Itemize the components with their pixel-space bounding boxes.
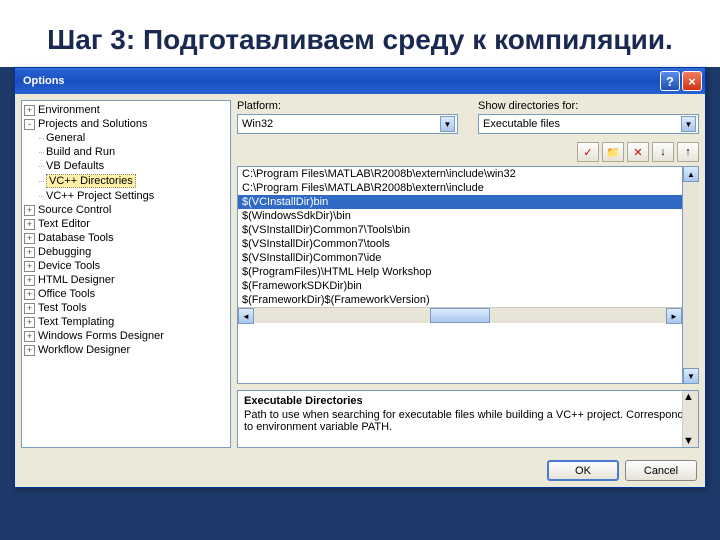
expand-icon[interactable]: + (24, 345, 35, 356)
help-button[interactable]: ? (660, 71, 680, 91)
platform-combo[interactable]: Win32 ▼ (237, 114, 458, 134)
scroll-right-icon[interactable]: ► (666, 308, 682, 324)
tree-item-label: Debugging (38, 246, 91, 258)
description-title: Executable Directories (244, 395, 692, 407)
scroll-down-icon[interactable]: ▼ (683, 368, 699, 384)
ok-button[interactable]: OK (547, 460, 619, 481)
list-item[interactable]: C:\Program Files\MATLAB\R2008b\extern\in… (238, 167, 682, 181)
tree-item[interactable]: ···VC++ Project Settings (24, 189, 228, 203)
expand-icon[interactable]: + (24, 289, 35, 300)
expand-icon[interactable]: + (24, 317, 35, 328)
tree-item[interactable]: +Environment (24, 103, 228, 117)
scroll-left-icon[interactable]: ◄ (238, 308, 254, 324)
platform-value: Win32 (242, 118, 273, 130)
showdirs-label: Show directories for: (478, 100, 699, 112)
tree-item[interactable]: +HTML Designer (24, 273, 228, 287)
tree-item[interactable]: +Office Tools (24, 287, 228, 301)
chevron-down-icon: ▼ (440, 116, 455, 132)
expand-icon[interactable]: + (24, 261, 35, 272)
platform-label: Platform: (237, 100, 458, 112)
tree-item[interactable]: +Windows Forms Designer (24, 329, 228, 343)
showdirs-value: Executable files (483, 118, 560, 130)
expand-icon[interactable]: + (24, 233, 35, 244)
list-item[interactable]: $(WindowsSdkDir)\bin (238, 209, 682, 223)
move-up-button[interactable]: ↑ (677, 142, 699, 162)
tree-item[interactable]: +Text Templating (24, 315, 228, 329)
expand-icon[interactable]: + (24, 105, 35, 116)
tree-item-label: Projects and Solutions (38, 118, 147, 130)
list-item[interactable]: $(VSInstallDir)Common7\tools (238, 237, 682, 251)
tree-item-label: Source Control (38, 204, 111, 216)
expand-icon[interactable]: + (24, 303, 35, 314)
tree-item-label: Device Tools (38, 260, 100, 272)
collapse-icon[interactable]: - (24, 119, 35, 130)
titlebar: Options ? × (15, 68, 705, 94)
expand-icon[interactable]: + (24, 275, 35, 286)
tree-item-label: Text Templating (38, 316, 114, 328)
horizontal-scrollbar[interactable]: ◄ ► (238, 307, 682, 323)
list-item[interactable]: $(FrameworkDir)$(FrameworkVersion) (238, 293, 682, 307)
scroll-down-icon[interactable]: ▼ (683, 435, 698, 447)
directories-listbox[interactable]: C:\Program Files\MATLAB\R2008b\extern\in… (237, 166, 683, 384)
check-button[interactable]: ✓ (577, 142, 599, 162)
desc-scrollbar[interactable]: ▲ ▼ (682, 391, 698, 447)
description-box: Executable Directories Path to use when … (237, 390, 699, 448)
tree-item-label: HTML Designer (38, 274, 115, 286)
tree-item[interactable]: ···Build and Run (24, 145, 228, 159)
tree-item[interactable]: +Device Tools (24, 259, 228, 273)
tree-item-label: Windows Forms Designer (38, 330, 164, 342)
showdirs-combo[interactable]: Executable files ▼ (478, 114, 699, 134)
vertical-scrollbar[interactable]: ▲ ▼ (683, 166, 699, 384)
tree-item-label: General (46, 132, 85, 144)
scroll-up-icon[interactable]: ▲ (683, 166, 699, 182)
description-text: Path to use when searching for executabl… (244, 409, 692, 433)
tree-item[interactable]: +Text Editor (24, 217, 228, 231)
list-item[interactable]: C:\Program Files\MATLAB\R2008b\extern\in… (238, 181, 682, 195)
move-down-button[interactable]: ↓ (652, 142, 674, 162)
list-item[interactable]: $(VSInstallDir)Common7\Tools\bin (238, 223, 682, 237)
tree-item-label: VC++ Project Settings (46, 190, 154, 202)
tree-item[interactable]: ···General (24, 131, 228, 145)
dialog-title: Options (23, 75, 65, 87)
tree-item[interactable]: ···VB Defaults (24, 159, 228, 173)
options-tree[interactable]: +Environment-Projects and Solutions···Ge… (21, 100, 231, 448)
right-pane: Platform: Win32 ▼ Show directories for: … (237, 100, 699, 448)
list-item[interactable]: $(VSInstallDir)Common7\ide (238, 251, 682, 265)
scroll-thumb[interactable] (430, 308, 490, 323)
tree-item[interactable]: ···VC++ Directories (24, 173, 228, 189)
tree-item-label: Build and Run (46, 146, 115, 158)
tree-item-label: Database Tools (38, 232, 114, 244)
dialog-buttons: OK Cancel (15, 454, 705, 487)
tree-item-label: Workflow Designer (38, 344, 130, 356)
tree-item-label: Environment (38, 104, 100, 116)
tree-item-label: Office Tools (38, 288, 95, 300)
close-button[interactable]: × (682, 71, 702, 91)
cancel-button[interactable]: Cancel (625, 460, 697, 481)
slide-title: Шаг 3: Подготавливаем среду к компиляции… (0, 0, 720, 67)
list-item[interactable]: $(VCInstallDir)bin (238, 195, 682, 209)
tree-item-label: VC++ Directories (46, 174, 136, 188)
options-dialog: Options ? × +Environment-Projects and So… (14, 67, 706, 488)
tree-item-label: VB Defaults (46, 160, 104, 172)
tree-item[interactable]: +Workflow Designer (24, 343, 228, 357)
tree-item[interactable]: +Debugging (24, 245, 228, 259)
expand-icon[interactable]: + (24, 205, 35, 216)
tree-item-label: Test Tools (38, 302, 87, 314)
chevron-down-icon: ▼ (681, 116, 696, 132)
scroll-up-icon[interactable]: ▲ (683, 391, 698, 403)
tree-item[interactable]: -Projects and Solutions (24, 117, 228, 131)
tree-item[interactable]: +Source Control (24, 203, 228, 217)
new-line-button[interactable]: 📁 (602, 142, 624, 162)
tree-item-label: Text Editor (38, 218, 90, 230)
tree-item[interactable]: +Test Tools (24, 301, 228, 315)
tree-item[interactable]: +Database Tools (24, 231, 228, 245)
paths-toolbar: ✓ 📁 ✕ ↓ ↑ (237, 142, 699, 162)
list-item[interactable]: $(FrameworkSDKDir)bin (238, 279, 682, 293)
delete-button[interactable]: ✕ (627, 142, 649, 162)
list-item[interactable]: $(ProgramFiles)\HTML Help Workshop (238, 265, 682, 279)
expand-icon[interactable]: + (24, 331, 35, 342)
expand-icon[interactable]: + (24, 247, 35, 258)
expand-icon[interactable]: + (24, 219, 35, 230)
